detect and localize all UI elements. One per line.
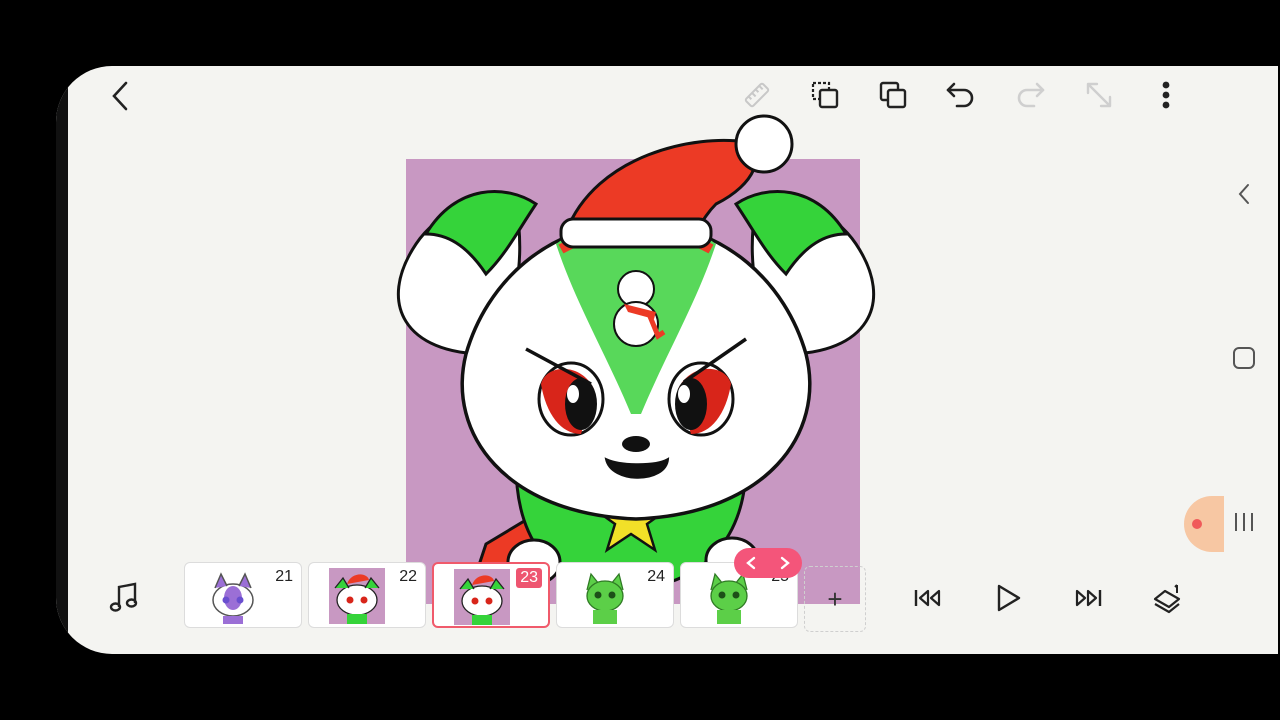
- more-vert-icon: [1162, 81, 1170, 109]
- frame-thumbnail[interactable]: 22: [308, 562, 426, 628]
- layers-icon: [1153, 584, 1181, 614]
- redo-button[interactable]: [1013, 78, 1047, 112]
- system-home-button[interactable]: [1228, 342, 1260, 374]
- redo-icon: [1017, 82, 1045, 108]
- duplicate-button[interactable]: [876, 78, 910, 112]
- home-square-icon: [1233, 347, 1255, 369]
- frame-thumbnail[interactable]: 21: [184, 562, 302, 628]
- app-screen: 21 22 23 24 +: [56, 66, 1278, 654]
- frame-nav-pill[interactable]: [734, 548, 802, 578]
- santa-fox-thumb-icon: [454, 569, 510, 625]
- ruler-icon: [744, 82, 770, 108]
- undo-button[interactable]: [944, 78, 978, 112]
- copy-layer-icon: [811, 81, 839, 109]
- last-frame-button[interactable]: [1068, 578, 1108, 618]
- more-options-button[interactable]: [1152, 78, 1180, 112]
- fox-drawing: [397, 114, 875, 606]
- chevron-left-icon: [112, 81, 128, 111]
- resize-icon: [1086, 82, 1112, 108]
- frame-number: 23: [516, 568, 542, 588]
- frame-number: 22: [399, 568, 417, 585]
- frame-number: 21: [275, 568, 293, 585]
- ruler-button[interactable]: [740, 78, 774, 112]
- green-cat-thumb-icon: [577, 568, 633, 624]
- play-button[interactable]: [988, 576, 1028, 620]
- undo-icon: [946, 82, 974, 108]
- frame-thumbnail[interactable]: 24: [556, 562, 674, 628]
- chevron-right-icon: [780, 556, 790, 570]
- copy-layer-button[interactable]: [808, 78, 842, 112]
- frame-thumbnail-selected[interactable]: 23: [432, 562, 550, 628]
- back-chevron-icon: [1238, 184, 1249, 204]
- system-back-button[interactable]: [1228, 178, 1260, 210]
- add-frame-button[interactable]: +: [804, 566, 866, 632]
- recents-icon: [1235, 513, 1253, 531]
- system-recents-button[interactable]: [1228, 506, 1260, 538]
- drawing-canvas[interactable]: [366, 114, 906, 606]
- layers-button[interactable]: [1148, 578, 1188, 618]
- play-icon: [997, 584, 1021, 612]
- music-icon: [109, 582, 138, 612]
- back-button[interactable]: [104, 78, 136, 114]
- music-button[interactable]: [104, 578, 144, 618]
- screen-edge: [56, 66, 68, 654]
- duplicate-icon: [879, 81, 907, 109]
- santa-fox-thumb-icon: [329, 568, 385, 624]
- purple-fox-thumb-icon: [205, 568, 261, 624]
- last-frame-icon: [1075, 589, 1102, 607]
- first-frame-button[interactable]: [908, 578, 948, 618]
- chevron-left-icon: [746, 556, 756, 570]
- record-indicator[interactable]: [1184, 496, 1224, 552]
- frame-number: 24: [647, 568, 665, 585]
- add-frame-label: +: [827, 583, 843, 614]
- first-frame-icon: [914, 589, 941, 607]
- resize-button[interactable]: [1082, 78, 1116, 112]
